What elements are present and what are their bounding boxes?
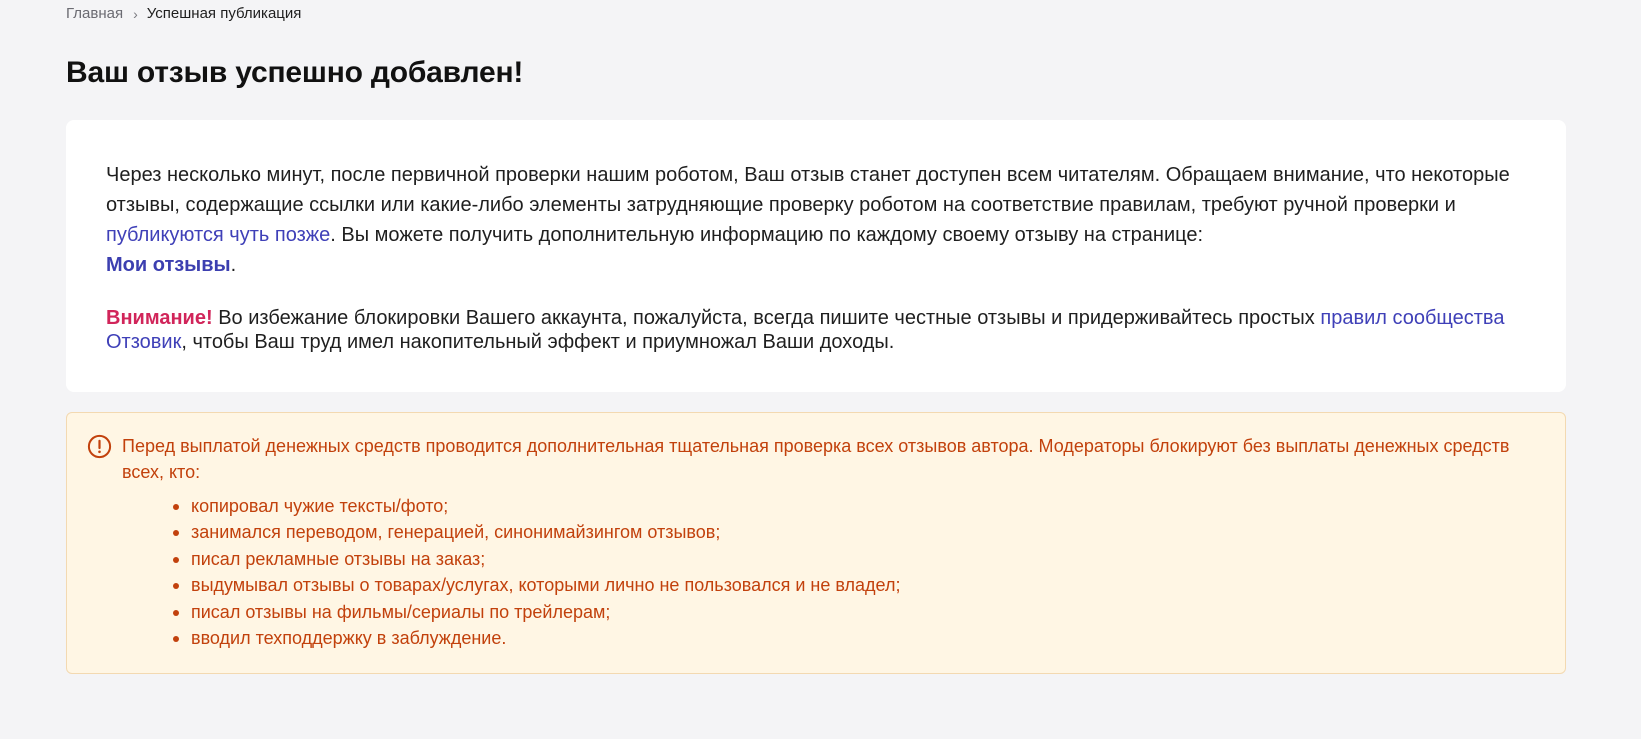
breadcrumb-home-link[interactable]: Главная [66,4,123,24]
list-item: занимался переводом, генерацией, синоним… [173,519,1525,545]
breadcrumb-separator: › [133,6,138,22]
notice-header: Перед выплатой денежных средств проводит… [87,433,1525,485]
moderation-info-text-2: . Вы можете получить дополнительную инфо… [330,224,1204,246]
exclamation-circle-icon [87,434,112,459]
moderation-info-text: Через несколько минут, после первичной п… [106,164,1510,216]
breadcrumb: Главная › Успешная публикация [66,4,1566,24]
list-item: писал отзывы на фильмы/сериалы по трейле… [173,599,1525,625]
warning-paragraph: Внимание! Во избежание блокировки Вашего… [106,306,1526,354]
list-item: копировал чужие тексты/фото; [173,493,1525,519]
moderation-info-paragraph: Через несколько минут, после первичной п… [106,160,1526,280]
list-item: вводил техподдержку в заблуждение. [173,625,1525,651]
moderation-info-text-3: . [230,254,237,276]
my-reviews-link[interactable]: Мои отзывы [106,254,231,276]
published-later-link[interactable]: публикуются чуть позже [106,224,330,246]
breadcrumb-current: Успешная публикация [146,5,302,22]
notice-text: Перед выплатой денежных средств проводит… [122,436,1510,482]
list-item: писал рекламные отзывы на заказ; [173,546,1525,572]
warning-text: Во избежание блокировки Вашего аккаунта,… [212,307,1321,329]
violations-list: копировал чужие тексты/фото; занимался п… [87,493,1525,651]
warning-label: Внимание! [106,307,213,329]
success-message-card: Через несколько минут, после первичной п… [66,120,1566,392]
list-item: выдумывал отзывы о товарах/услугах, кото… [173,572,1525,598]
warning-text-2: , чтобы Ваш труд имел накопительный эффе… [181,331,895,353]
page-wrapper: Главная › Успешная публикация Ваш отзыв … [66,0,1566,675]
payout-check-notice: Перед выплатой денежных средств проводит… [66,412,1566,675]
page-title: Ваш отзыв успешно добавлен! [66,56,524,89]
